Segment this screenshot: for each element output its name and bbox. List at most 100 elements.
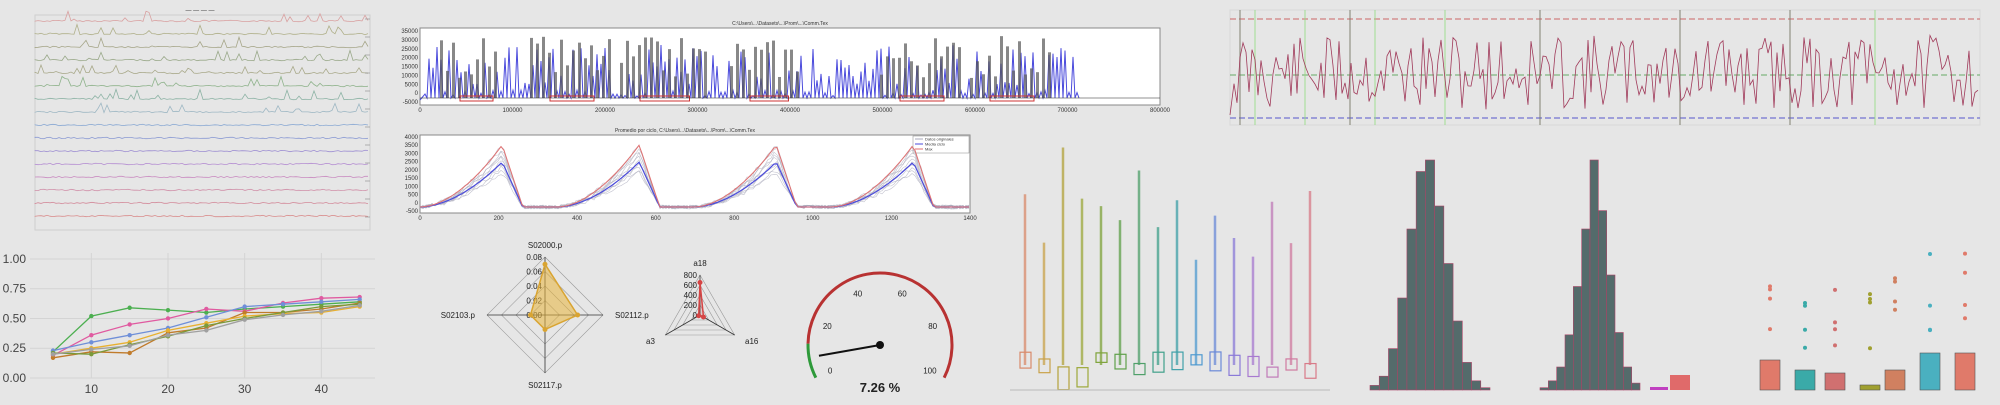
spectrum-highlight-bar [994, 76, 997, 98]
colored-box-outlier [1833, 343, 1837, 348]
x-tick-label: 40 [315, 382, 329, 396]
dense-timeseries-chart [1229, 9, 1981, 126]
radar-data-point [528, 312, 533, 318]
hist-bar [1397, 297, 1408, 391]
radar-axis-label: a18 [693, 259, 707, 268]
spectrum-highlight-bar [1030, 68, 1033, 98]
spectrum-highlight-bar [886, 56, 889, 98]
radar-axis-label: a16 [745, 337, 759, 346]
box-rect [1266, 366, 1279, 378]
series-point [127, 305, 132, 310]
series-point [89, 332, 94, 338]
colored-box-outlier [1928, 303, 1932, 308]
series-point [165, 328, 171, 333]
hist-bar [1378, 375, 1389, 391]
colored-box [1919, 352, 1941, 391]
mean-profiles-legend: Datos originales Media ciclo Max [912, 135, 970, 154]
spectrum-highlight-bar [572, 50, 575, 98]
spectrum-highlight-bar [1006, 46, 1009, 98]
spectrum-y-tick: 10000 [401, 73, 418, 79]
hist-bar [1589, 159, 1599, 391]
spectrum-highlight-bar [458, 77, 461, 98]
spectrum-highlight-bar [656, 41, 659, 98]
spectrum-y-tick: 15000 [401, 65, 418, 71]
multi-line-panel: 1.00 0.75 0.50 0.25 0.00 10 20 30 40 [0, 245, 385, 400]
colored-box-outlier [1963, 270, 1967, 275]
colored-box-outlier [1893, 307, 1897, 312]
spectrum-x-tick: 0 [418, 108, 422, 114]
hist-bar [1614, 332, 1624, 391]
profiles-x-tick: 400 [572, 216, 583, 222]
spectrum-highlight-bar [748, 69, 751, 98]
spectrum-highlight-bar [566, 65, 569, 98]
trace-line [34, 49, 369, 62]
spectrum-highlight-bar [548, 52, 551, 98]
radar-data-point [575, 312, 581, 318]
colored-box-outlier [1868, 300, 1872, 305]
colored-box-outlier [1833, 287, 1837, 292]
radar-axis-label: S02000.p [528, 241, 563, 250]
stacked-traces-title: — — — — [185, 8, 214, 14]
colored-box-outlier [1868, 297, 1872, 302]
spectrum-highlight-bar [982, 74, 985, 98]
spectrum-highlight-bar [698, 49, 701, 98]
hist-bar [1539, 387, 1549, 391]
spectrum-highlight-bar [668, 49, 671, 98]
spectrum-highlight-bar [730, 66, 733, 98]
box-rect [1057, 366, 1070, 391]
spectrum-highlight-bar [494, 51, 497, 98]
spectrum-highlight-bar [742, 49, 745, 98]
spectrum-highlight-bar [1018, 41, 1021, 98]
hist-bar [1556, 366, 1566, 391]
hist-bar [1606, 274, 1616, 391]
spectrum-highlight-bar [754, 46, 757, 98]
spectrum-highlight-bar [1000, 36, 1003, 98]
trace-line [34, 88, 369, 101]
trace-line [34, 63, 369, 75]
profiles-y-tick: 1000 [405, 184, 419, 190]
series-point [319, 304, 324, 309]
series-point [280, 312, 286, 318]
colored-box-outlier [1893, 276, 1897, 281]
spectrum-highlight-bar [536, 43, 539, 98]
hist-bar [1581, 228, 1591, 391]
spectrum-highlight-bar [446, 70, 449, 98]
spectrum-highlight-bar [934, 38, 937, 98]
y-tick-label: 0.00 [3, 371, 27, 385]
radar-data-point [697, 280, 703, 285]
profiles-y-tick: 1500 [405, 176, 419, 182]
spectrum-highlight-bar [784, 49, 787, 98]
stacked-traces-chart: — — — — [34, 8, 371, 231]
spectrum-y-tick: 0 [415, 91, 419, 97]
mean-profiles-panel: Promedio por ciclo, C:\Users\...\Dataset… [400, 125, 980, 225]
mean-profiles-title: Promedio por ciclo, C:\Users\...\Dataset… [615, 128, 756, 134]
spectrum-highlight-bar [554, 72, 557, 98]
profiles-y-tick: 4000 [405, 135, 419, 141]
radar-large-chart: S02000.pS02112.pS02117.pS02103.p0.080.06… [441, 241, 649, 390]
spectrum-highlight-bar [1042, 38, 1045, 98]
profiles-y-tick: 2500 [405, 160, 419, 166]
spectrum-highlight-bar [958, 47, 961, 98]
y-tick-label: 1.00 [3, 252, 27, 266]
radar-axis-label: a3 [646, 337, 655, 346]
spectrum-highlight-bar [584, 58, 587, 98]
spectrum-highlight-bar [880, 74, 883, 98]
spectrum-highlight-bar [686, 73, 689, 98]
profiles-x-tick: 800 [729, 216, 740, 222]
spectrum-highlight-bar [928, 63, 931, 98]
spectrum-highlight-bar [608, 39, 611, 98]
radar-data-point [542, 327, 548, 332]
series-point [127, 343, 132, 349]
radar-r-tick: 600 [684, 281, 698, 290]
profiles-y-tick: 500 [408, 193, 419, 199]
spectrum-highlight-bar [1012, 70, 1015, 98]
series-point [319, 299, 324, 305]
spectrum-highlight-bar [988, 55, 991, 98]
series-point [204, 323, 209, 328]
spectrum-highlight-bar [560, 39, 563, 98]
trace-line [34, 136, 369, 140]
hist-bar [1462, 362, 1472, 391]
hist-bar [1415, 171, 1426, 391]
spectrum-highlight-bar [952, 42, 955, 98]
spectrum-highlight-bar [626, 40, 629, 98]
